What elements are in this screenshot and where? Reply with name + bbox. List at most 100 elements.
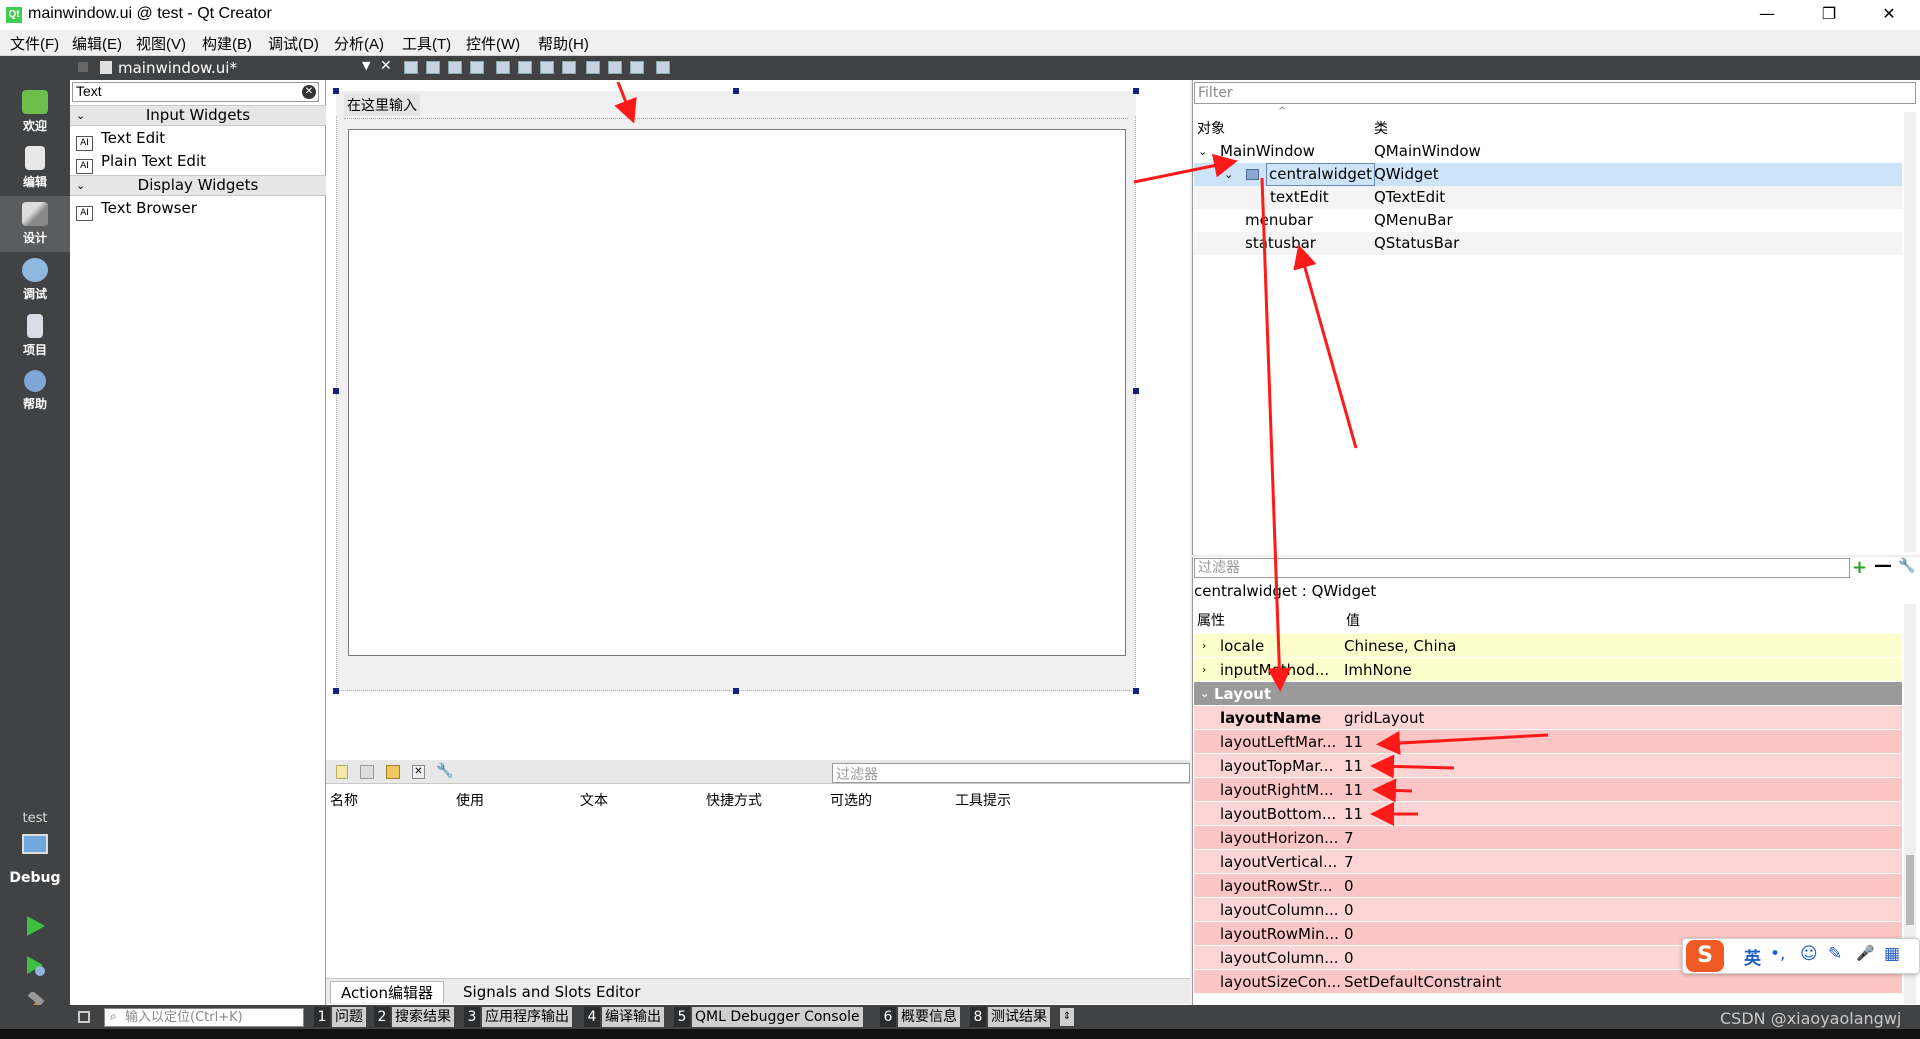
menu-build[interactable]: 构建(B): [202, 33, 252, 54]
action-column-name[interactable]: 名称: [330, 790, 358, 810]
layout-hsplitter-icon[interactable]: [540, 61, 554, 74]
menu-edit[interactable]: 编辑(E): [72, 33, 122, 54]
property-value[interactable]: 11: [1344, 802, 1363, 826]
delete-action-icon[interactable]: ✕: [412, 765, 425, 779]
copy-action-icon[interactable]: [360, 765, 374, 779]
menu-widgets[interactable]: 控件(W): [466, 33, 520, 54]
property-row-layout-top-margin[interactable]: layoutTopMar... 11: [1194, 754, 1902, 778]
chevron-right-icon[interactable]: ›: [1202, 658, 1206, 682]
menu-view[interactable]: 视图(V): [136, 33, 186, 54]
chevron-down-icon[interactable]: ⌄: [1200, 682, 1209, 706]
property-filter-input[interactable]: 过滤器: [1194, 558, 1850, 578]
value-column-header[interactable]: 值: [1346, 610, 1360, 630]
clear-filter-icon[interactable]: ✕: [302, 85, 316, 99]
layout-form-icon[interactable]: [586, 61, 600, 74]
ime-voice-icon[interactable]: 🎤: [1856, 944, 1875, 962]
output-pane-compile-output[interactable]: 4 编译输出: [584, 1007, 664, 1027]
mode-welcome[interactable]: 欢迎: [0, 84, 70, 140]
object-column-header[interactable]: 对象: [1197, 118, 1225, 138]
property-value[interactable]: 0: [1344, 898, 1354, 922]
object-filter-input[interactable]: Filter: [1194, 82, 1916, 104]
edit-tab-order-icon[interactable]: [470, 61, 484, 74]
tree-row-centralwidget[interactable]: ⌄ centralwidget QWidget: [1194, 163, 1902, 186]
tree-row-menubar[interactable]: menubar QMenuBar: [1194, 209, 1902, 232]
document-selector[interactable]: mainwindow.ui*: [118, 59, 237, 77]
output-pane-issues[interactable]: 1 问题: [314, 1007, 366, 1027]
output-pane-general-messages[interactable]: 6 概要信息: [880, 1007, 960, 1027]
configure-wrench-icon[interactable]: 🔧: [436, 763, 453, 779]
ime-handwriting-icon[interactable]: ✎: [1828, 944, 1842, 964]
property-value[interactable]: 0: [1344, 922, 1354, 946]
property-value[interactable]: 11: [1344, 754, 1363, 778]
action-column-text[interactable]: 文本: [580, 790, 608, 810]
category-input-widgets[interactable]: ⌄ Input Widgets: [70, 105, 326, 126]
action-column-used[interactable]: 使用: [456, 790, 484, 810]
resize-handle[interactable]: [333, 688, 339, 694]
property-row-layout-column-stretch[interactable]: layoutColumn... 0: [1194, 898, 1902, 922]
mode-help[interactable]: 帮助: [0, 364, 70, 420]
tab-signals-slots-editor[interactable]: Signals and Slots Editor: [453, 981, 650, 1003]
layout-vsplitter-icon[interactable]: [562, 61, 576, 74]
mode-debug[interactable]: 调试: [0, 252, 70, 308]
break-layout-icon[interactable]: [630, 61, 644, 74]
resize-handle[interactable]: [1133, 688, 1139, 694]
layout-grid-icon[interactable]: [608, 61, 622, 74]
chevron-down-icon[interactable]: ⌄: [1198, 140, 1207, 163]
kit-computer-icon[interactable]: [22, 834, 48, 854]
widget-filter-input[interactable]: Text: [72, 82, 319, 102]
property-value[interactable]: 7: [1344, 826, 1354, 850]
property-row-layout-right-margin[interactable]: layoutRightM... 11: [1194, 778, 1902, 802]
chevron-right-icon[interactable]: ›: [1202, 634, 1206, 658]
new-action-icon[interactable]: [336, 765, 348, 779]
category-display-widgets[interactable]: ⌄ Display Widgets: [70, 175, 326, 196]
layout-horizontal-icon[interactable]: [496, 61, 510, 74]
property-row-layout-name[interactable]: layoutName gridLayout: [1194, 706, 1902, 730]
close-document-icon[interactable]: ✕: [380, 58, 392, 74]
output-pane-qml-debugger-console[interactable]: 5 QML Debugger Console: [674, 1007, 863, 1027]
tree-row-mainwindow[interactable]: ⌄ MainWindow QMainWindow: [1194, 140, 1902, 163]
widget-item-plain-text-edit[interactable]: AI Plain Text Edit: [76, 150, 206, 174]
property-group-layout[interactable]: ⌄ Layout: [1194, 682, 1902, 706]
property-value[interactable]: 11: [1344, 778, 1363, 802]
toggle-sidebar-icon[interactable]: [78, 1011, 90, 1023]
resize-handle[interactable]: [733, 88, 739, 94]
action-column-checkable[interactable]: 可选的: [830, 790, 872, 810]
property-value[interactable]: 11: [1344, 730, 1363, 754]
resize-handle[interactable]: [333, 88, 339, 94]
property-row-layout-vertical-spacing[interactable]: layoutVertical... 7: [1194, 850, 1902, 874]
tree-row-textedit[interactable]: textEdit QTextEdit: [1194, 186, 1902, 209]
property-row-layout-bottom-margin[interactable]: layoutBottom... 11: [1194, 802, 1902, 826]
mode-design[interactable]: 设计: [0, 196, 70, 252]
tree-row-statusbar[interactable]: statusbar QStatusBar: [1194, 232, 1902, 255]
resize-handle[interactable]: [1133, 88, 1139, 94]
resize-handle[interactable]: [333, 388, 339, 394]
ime-language-toggle[interactable]: 英: [1744, 944, 1761, 969]
property-row-input-method[interactable]: › inputMethod... ImhNone: [1194, 658, 1902, 682]
property-value[interactable]: 0: [1344, 946, 1354, 970]
property-value[interactable]: 7: [1344, 850, 1354, 874]
chevron-down-icon[interactable]: ▼: [362, 59, 370, 72]
run-button[interactable]: [22, 914, 48, 938]
mode-edit[interactable]: 编辑: [0, 140, 70, 196]
property-value[interactable]: SetDefaultConstraint: [1344, 970, 1501, 994]
action-column-tooltip[interactable]: 工具提示: [955, 790, 1011, 810]
add-property-icon[interactable]: +: [1852, 557, 1867, 578]
resize-handle[interactable]: [1133, 388, 1139, 394]
property-value[interactable]: Chinese, China: [1344, 634, 1456, 658]
adjust-size-icon[interactable]: [656, 61, 670, 74]
menu-tools[interactable]: 工具(T): [402, 33, 451, 54]
form-menu-bar[interactable]: [336, 91, 1136, 115]
menu-help[interactable]: 帮助(H): [538, 33, 589, 54]
ime-punctuation-icon[interactable]: •,: [1770, 944, 1785, 964]
property-column-header[interactable]: 属性: [1197, 610, 1225, 630]
locator-input[interactable]: 输入以定位(Ctrl+K): [104, 1008, 304, 1027]
minimize-button[interactable]: —: [1744, 0, 1790, 30]
output-pane-application-output[interactable]: 3 应用程序输出: [464, 1007, 572, 1027]
edit-widgets-icon[interactable]: [404, 61, 418, 74]
output-pane-search-results[interactable]: 2 搜索结果: [374, 1007, 454, 1027]
menu-debug[interactable]: 调试(D): [268, 33, 319, 54]
property-value[interactable]: 0: [1344, 874, 1354, 898]
menu-file[interactable]: 文件(F): [10, 33, 59, 54]
property-row-layout-horizontal-spacing[interactable]: layoutHorizon... 7: [1194, 826, 1902, 850]
kit-build-config[interactable]: Debug: [0, 870, 70, 886]
